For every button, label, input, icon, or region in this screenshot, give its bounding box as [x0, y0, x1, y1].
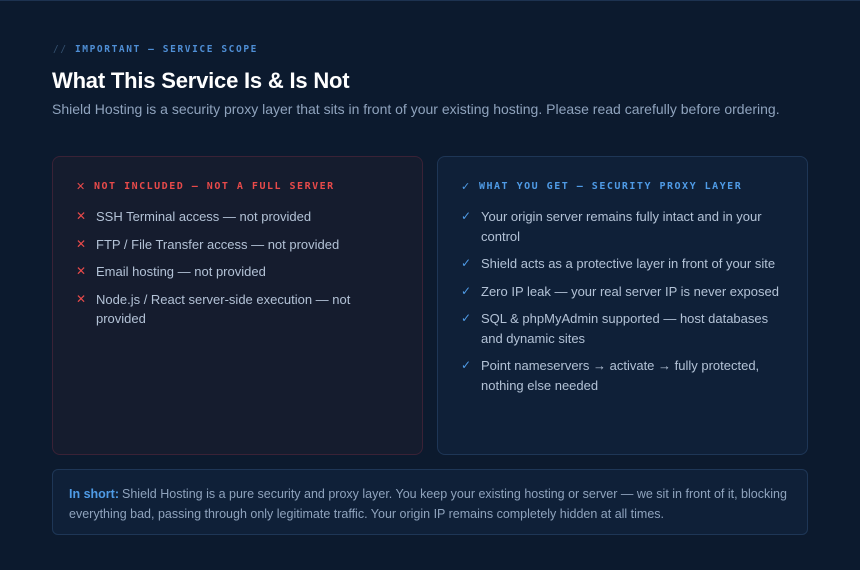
- check-icon: ✓: [461, 311, 472, 325]
- list-item-text: SQL & phpMyAdmin supported — host databa…: [481, 311, 769, 346]
- list-item: ✓ Shield acts as a protective layer in fr…: [461, 254, 785, 274]
- check-icon: ✓: [461, 256, 472, 270]
- eyebrow-slashes: //: [53, 44, 68, 55]
- x-icon: ✕: [76, 264, 87, 278]
- x-icon: ✕: [76, 291, 87, 306]
- page-title: What This Service Is & Is Not: [52, 68, 350, 93]
- list-item: ✓ Your origin server remains fully intact…: [461, 207, 785, 246]
- list-item: ✕ Email hosting — not provided: [76, 262, 400, 282]
- check-icon: ✓: [461, 283, 472, 298]
- list-item-text: Shield acts as a protective layer in fro…: [481, 256, 776, 271]
- summary-lead: In short:: [69, 487, 119, 501]
- x-icon: ✕: [76, 236, 87, 251]
- list-item-text: Your origin server remains fully intact …: [481, 209, 762, 244]
- eyebrow-label: IMPORTANT — SERVICE SCOPE: [74, 44, 258, 55]
- check-icon: ✓: [461, 358, 472, 372]
- included-card: ✓ WHAT YOU GET — SECURITY PROXY LAYER ✓ Y…: [437, 156, 808, 455]
- list-item: ✓ Point nameservers → activate → fully pr…: [461, 356, 785, 395]
- page-subtitle: Shield Hosting is a security proxy layer…: [52, 101, 780, 117]
- not-included-list: ✕ SSH Terminal access — not provided ✕ FTP…: [76, 207, 400, 329]
- summary-note: In short: Shield Hosting is a pure securi…: [52, 469, 808, 535]
- not-included-heading: ✕ NOT INCLUDED — NOT A FULL SERVER: [76, 179, 400, 193]
- x-icon: ✕: [76, 209, 87, 223]
- check-icon: ✓: [461, 179, 472, 193]
- list-item-text: Zero IP leak — your real server IP is ne…: [481, 283, 779, 299]
- list-item-text: Point nameservers → activate → fully pro…: [481, 358, 760, 393]
- list-item: ✕ Node.js / React server-side execution —…: [76, 290, 400, 329]
- not-included-card: ✕ NOT INCLUDED — NOT A FULL SERVER ✕ SSH …: [52, 156, 423, 455]
- list-item: ✓ SQL & phpMyAdmin supported — host datab…: [461, 309, 785, 348]
- x-icon: ✕: [76, 179, 87, 193]
- list-item: ✕ SSH Terminal access — not provided: [76, 207, 400, 227]
- list-item-text: SSH Terminal access — not provided: [96, 209, 312, 224]
- included-list: ✓ Your origin server remains fully intact…: [461, 207, 785, 395]
- check-icon: ✓: [461, 209, 472, 223]
- list-item-text: FTP / File Transfer access — not provide…: [96, 236, 340, 252]
- section-eyebrow: // IMPORTANT — SERVICE SCOPE: [53, 44, 258, 55]
- included-heading-text: WHAT YOU GET — SECURITY PROXY LAYER: [479, 180, 743, 192]
- list-item-text: Node.js / React server-side execution — …: [96, 291, 351, 327]
- service-scope-page: // IMPORTANT — SERVICE SCOPE What This S…: [0, 0, 860, 570]
- list-item-text: Email hosting — not provided: [96, 264, 266, 279]
- list-item: ✕ FTP / File Transfer access — not provid…: [76, 235, 400, 255]
- included-heading: ✓ WHAT YOU GET — SECURITY PROXY LAYER: [461, 179, 785, 193]
- not-included-heading-text: NOT INCLUDED — NOT A FULL SERVER: [94, 180, 335, 192]
- summary-text: Shield Hosting is a pure security and pr…: [69, 487, 787, 521]
- list-item: ✓ Zero IP leak — your real server IP is n…: [461, 282, 785, 302]
